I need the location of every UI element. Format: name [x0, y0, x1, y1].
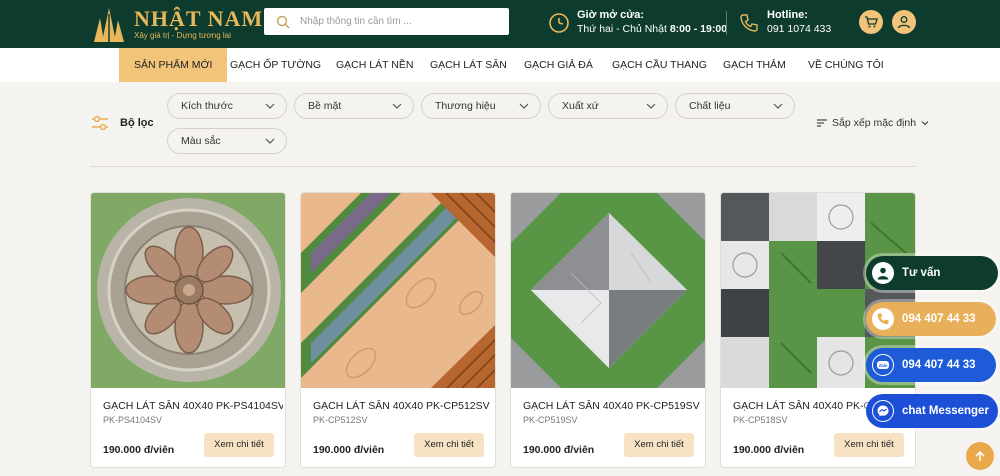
cart-button[interactable]	[859, 10, 883, 34]
phone-icon	[872, 308, 894, 330]
chevron-down-icon	[265, 103, 275, 109]
filter-surface-dropdown[interactable]: Bề mặt	[294, 93, 414, 119]
search-input[interactable]	[300, 16, 500, 27]
arrow-up-icon	[975, 450, 985, 461]
filter-brand-dropdown[interactable]: Thương hiệu	[421, 93, 541, 119]
filter-material-dropdown[interactable]: Chất liệu	[675, 93, 795, 119]
product-name[interactable]: GẠCH LÁT SÂN 40X40 PK-PS4104SV	[103, 400, 283, 412]
zalo-button[interactable]: Zalo 094 407 44 33	[866, 348, 996, 382]
top-header: NHẬT NAM Xây giá trị - Dựng tương lai Gi…	[0, 0, 1000, 48]
nav-item-about-us[interactable]: VỀ CHÚNG TÔI	[808, 48, 884, 82]
filter-divider	[90, 166, 916, 167]
product-image[interactable]	[301, 193, 496, 388]
cart-icon	[865, 16, 878, 28]
chevron-down-icon	[646, 103, 656, 109]
header-divider	[726, 11, 727, 35]
person-icon	[872, 262, 894, 284]
phone-number-label: 094 407 44 33	[902, 313, 976, 325]
chevron-down-icon	[921, 121, 929, 126]
product-price: 190.000 đ/viên	[523, 444, 595, 456]
filter-origin-dropdown[interactable]: Xuất xứ	[548, 93, 668, 119]
product-image[interactable]	[511, 193, 706, 388]
messenger-label: chat Messenger	[902, 405, 989, 417]
nav-item-wall-tiles[interactable]: GẠCH ỐP TƯỜNG	[230, 48, 321, 82]
filter-material-label: Chất liệu	[689, 100, 731, 112]
sort-label: Sắp xếp mặc định	[832, 117, 917, 129]
hotline-title: Hotline:	[767, 9, 808, 21]
opening-hours: Giờ mở cửa: Thứ hai - Chủ Nhật 8:00 - 19…	[548, 8, 727, 37]
product-card[interactable]: GẠCH LÁT SÂN 40X40 PK-CP519SV PK-CP519SV…	[510, 192, 706, 468]
sort-dropdown[interactable]: Sắp xếp mặc định	[817, 117, 929, 129]
account-button[interactable]	[892, 10, 916, 34]
hotline-number: 091 1074 433	[767, 23, 832, 35]
product-card[interactable]: GẠCH LÁT SÂN 40X40 PK-CP512SV PK-CP512SV…	[300, 192, 496, 468]
product-price: 190.000 đ/viên	[103, 444, 175, 456]
product-price: 190.000 đ/viên	[733, 444, 805, 456]
consult-button[interactable]: Tư vấn	[866, 256, 998, 290]
main-nav: SẢN PHẨM MỚI GẠCH ỐP TƯỜNG GẠCH LÁT NỀN …	[0, 48, 1000, 82]
nav-item-floor-tiles[interactable]: GẠCH LÁT NỀN	[336, 48, 413, 82]
product-code: PK-CP512SV	[313, 415, 368, 425]
opening-time: 8:00 - 19:00	[669, 23, 728, 35]
product-code: PK-CP519SV	[523, 415, 578, 425]
search-icon[interactable]	[276, 15, 290, 29]
user-icon	[897, 16, 911, 29]
clock-icon	[549, 12, 569, 33]
brand-logo[interactable]: NHẬT NAM Xây giá trị - Dựng tương lai	[90, 2, 263, 46]
zalo-icon: Zalo	[872, 354, 894, 376]
chevron-down-icon	[773, 103, 783, 109]
product-name[interactable]: GẠCH LÁT SÂN 40X40 PK-CP512SV	[313, 400, 493, 412]
logo-mark-icon	[94, 8, 124, 42]
filter-size-dropdown[interactable]: Kích thước	[167, 93, 287, 119]
product-price: 190.000 đ/viên	[313, 444, 385, 456]
filter-label-text: Bộ lọc	[120, 117, 154, 129]
product-image[interactable]	[91, 193, 286, 388]
call-phone-button[interactable]: 094 407 44 33	[866, 302, 996, 336]
chevron-down-icon	[519, 103, 529, 109]
product-card[interactable]: GẠCH LÁT SÂN 40X40 PK-PS4104SV PK-PS4104…	[90, 192, 286, 468]
view-detail-button[interactable]: Xem chi tiết	[414, 433, 484, 457]
nav-item-new-products[interactable]: SẢN PHẨM MỚI	[119, 48, 228, 82]
chevron-down-icon	[392, 103, 402, 109]
phone-icon	[740, 13, 758, 32]
product-code: PK-PS4104SV	[103, 415, 163, 425]
messenger-button[interactable]: chat Messenger	[866, 394, 998, 428]
search-box	[264, 8, 509, 35]
nav-item-stone-tiles[interactable]: GẠCH GIẢ ĐÁ	[524, 48, 593, 82]
nav-item-yard-tiles[interactable]: GẠCH LÁT SÂN	[430, 48, 507, 82]
chevron-down-icon	[265, 138, 275, 144]
opening-title: Giờ mở cửa:	[577, 9, 645, 21]
view-detail-button[interactable]: Xem chi tiết	[834, 433, 904, 457]
filter-label: Bộ lọc	[90, 114, 154, 132]
brand-name: NHẬT NAM	[134, 5, 264, 31]
zalo-number-label: 094 407 44 33	[902, 359, 976, 371]
messenger-icon	[872, 400, 894, 422]
filter-brand-label: Thương hiệu	[435, 100, 496, 112]
nav-item-carpet-tiles[interactable]: GẠCH THẢM	[723, 48, 786, 82]
hotline[interactable]: Hotline: 091 1074 433	[738, 8, 831, 37]
view-detail-button[interactable]: Xem chi tiết	[204, 433, 274, 457]
view-detail-button[interactable]: Xem chi tiết	[624, 433, 694, 457]
sort-icon	[817, 119, 827, 127]
brand-slogan: Xây giá trị - Dựng tương lai	[134, 30, 231, 40]
product-code: PK-CP518SV	[733, 415, 788, 425]
product-name[interactable]: GẠCH LÁT SÂN 40X40 PK-CP519SV	[523, 400, 703, 412]
filter-surface-label: Bề mặt	[308, 100, 342, 112]
filter-icon	[92, 115, 108, 131]
filter-color-dropdown[interactable]: Màu sắc	[167, 128, 287, 154]
scroll-to-top-button[interactable]	[966, 442, 994, 470]
filter-origin-label: Xuất xứ	[562, 100, 599, 112]
opening-days: Thứ hai - Chủ Nhật	[577, 23, 667, 35]
svg-text:Zalo: Zalo	[879, 363, 888, 368]
filter-size-label: Kích thước	[181, 100, 233, 112]
filter-color-label: Màu sắc	[181, 135, 221, 147]
consult-label: Tư vấn	[902, 267, 941, 279]
nav-item-stair-tiles[interactable]: GẠCH CẦU THANG	[612, 48, 707, 82]
